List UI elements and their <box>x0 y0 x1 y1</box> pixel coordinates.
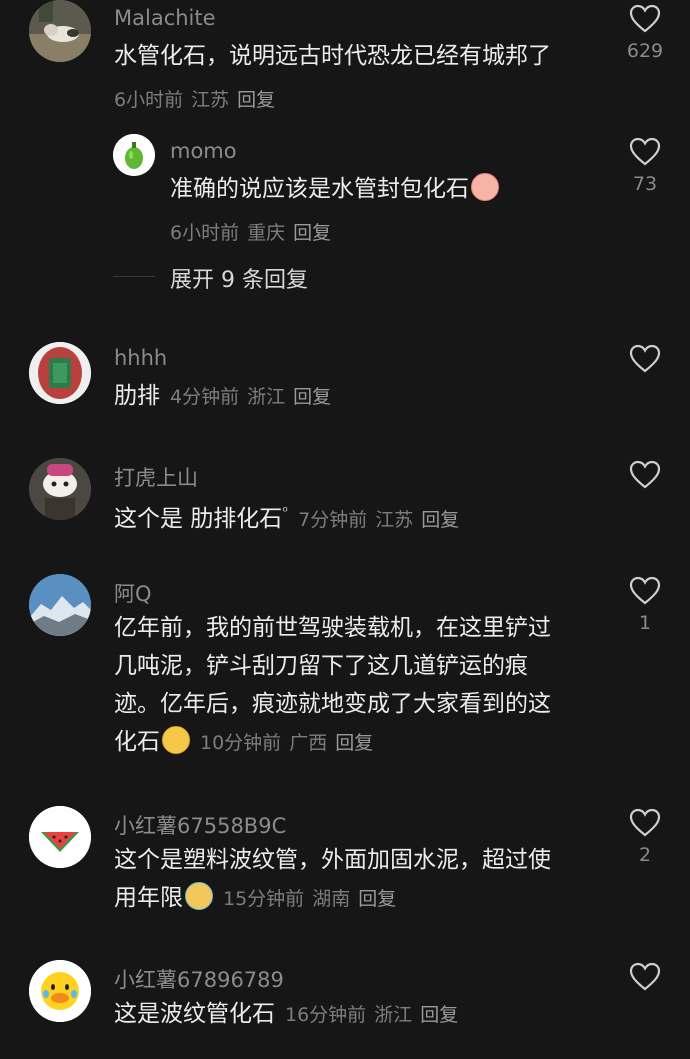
comment-meta: 16分钟前 浙江 回复 <box>285 1004 466 1026</box>
pig-blush-emoji <box>471 173 499 201</box>
cat-photo-avatar[interactable] <box>29 0 91 62</box>
comment-time: 4分钟前 <box>170 386 240 408</box>
reply-button[interactable]: 回复 <box>237 89 275 111</box>
comment-list: Malachite 水管化石，说明远古时代恐龙已经有城邦了 6小时前 江苏 回复 6… <box>0 0 690 1059</box>
reply-location: 重庆 <box>247 222 286 244</box>
sunglasses-emoji <box>162 726 190 754</box>
comment-text-line: 这个是塑料波纹管，外面加固水泥，超过使 <box>114 847 551 873</box>
expand-replies-label: 展开 9 条回复 <box>170 268 308 293</box>
comment-text-content: 用年限 <box>114 885 183 911</box>
like-button[interactable]: 1 <box>616 576 674 634</box>
like-button[interactable] <box>616 460 674 490</box>
comment-time: 15分钟前 <box>223 888 305 910</box>
duck-emoji-avatar[interactable] <box>29 960 91 1022</box>
heart-icon <box>629 4 661 33</box>
comment-username[interactable]: hhhh <box>114 346 167 370</box>
reply-text-content: 准确的说应该是水管封包化石 <box>170 176 469 202</box>
comment-text-content: 这个是 肋排化石 <box>114 506 283 532</box>
like-count: 629 <box>626 40 664 62</box>
mountain-avatar[interactable] <box>29 574 91 636</box>
heart-icon <box>629 808 661 837</box>
comment-time: 7分钟前 <box>298 509 368 531</box>
comment-text: 这是波纹管化石 16分钟前 浙江 回复 <box>114 995 466 1034</box>
comment-text: 水管化石，说明远古时代恐龙已经有城邦了 <box>114 43 551 69</box>
comment-username[interactable]: 打虎上山 <box>114 462 198 492</box>
expand-replies-button[interactable]: 展开 9 条回复 <box>113 262 463 296</box>
like-count: 73 <box>632 173 658 195</box>
reply-button[interactable]: 回复 <box>293 386 331 408</box>
comment-location: 湖南 <box>312 888 351 910</box>
stadium-avatar[interactable] <box>29 342 91 404</box>
comment-meta: 7分钟前 江苏 回复 <box>298 509 467 531</box>
comment-location: 江苏 <box>375 509 414 531</box>
like-count: 1 <box>638 612 652 634</box>
heart-icon <box>629 137 661 166</box>
comment-time: 6小时前 <box>114 89 184 111</box>
heart-icon <box>629 344 661 373</box>
heart-icon <box>629 576 661 605</box>
reply-username[interactable]: momo <box>170 139 237 163</box>
comment-text-line: 亿年前，我的前世驾驶装载机，在这里铲过 <box>114 615 551 641</box>
reply-button[interactable]: 回复 <box>358 888 396 910</box>
reply-button[interactable]: 回复 <box>420 1004 458 1026</box>
like-button[interactable] <box>616 344 674 374</box>
comment-text-line: 迹。亿年后，痕迹就地变成了大家看到的这 <box>114 691 551 717</box>
comment-text-content: 肋排 <box>114 383 160 409</box>
comment-location: 广西 <box>289 732 328 754</box>
green-pepper-avatar[interactable] <box>113 134 155 176</box>
comment-location: 浙江 <box>374 1004 413 1026</box>
reply-button[interactable]: 回复 <box>293 222 331 244</box>
comment-meta: 15分钟前 湖南 回复 <box>223 888 404 910</box>
comment-meta: 6小时前 江苏 回复 <box>114 85 283 112</box>
like-button[interactable] <box>616 962 674 992</box>
reply-text: 准确的说应该是水管封包化石 <box>170 170 499 208</box>
watermelon-avatar[interactable] <box>29 806 91 868</box>
heart-icon <box>629 962 661 991</box>
search-icon[interactable]: ᵒ <box>282 504 288 520</box>
heart-icon <box>629 460 661 489</box>
comment-username[interactable]: Malachite <box>114 6 216 30</box>
comment-username[interactable]: 阿Q <box>114 578 152 608</box>
comment-username[interactable]: 小红薯67896789 <box>114 964 284 994</box>
comment-text-content: 化石 <box>114 729 160 755</box>
crying-emoji <box>185 882 213 910</box>
like-button[interactable]: 629 <box>616 4 674 62</box>
comment-meta: 10分钟前 广西 回复 <box>200 732 381 754</box>
comment-text: 这个是 肋排化石ᵒ 7分钟前 江苏 回复 <box>114 493 467 539</box>
comment-location: 江苏 <box>191 89 230 111</box>
like-count: 2 <box>638 844 652 866</box>
like-button[interactable]: 2 <box>616 808 674 866</box>
comment-text-line: 几吨泥，铲斗刮刀留下了这几道铲运的痕 <box>114 653 528 679</box>
like-button[interactable]: 73 <box>616 137 674 195</box>
comment-location: 浙江 <box>247 386 286 408</box>
reply-meta: 6小时前 重庆 回复 <box>170 218 339 245</box>
comment-time: 10分钟前 <box>200 732 282 754</box>
comment-text-content: 这是波纹管化石 <box>114 1001 275 1027</box>
comment-text: 肋排 4分钟前 浙江 回复 <box>114 377 339 416</box>
reply-button[interactable]: 回复 <box>421 509 459 531</box>
divider-line <box>113 276 155 277</box>
comment-username[interactable]: 小红薯67558B9C <box>114 810 286 840</box>
comment-text-line: 化石 10分钟前 广西 回复 <box>114 723 381 762</box>
reply-button[interactable]: 回复 <box>335 732 373 754</box>
reply-time: 6小时前 <box>170 222 240 244</box>
comment-text-line: 用年限 15分钟前 湖南 回复 <box>114 879 404 918</box>
comment-time: 16分钟前 <box>285 1004 367 1026</box>
alpaca-plush-avatar[interactable] <box>29 458 91 520</box>
comment-meta: 4分钟前 浙江 回复 <box>170 386 339 408</box>
